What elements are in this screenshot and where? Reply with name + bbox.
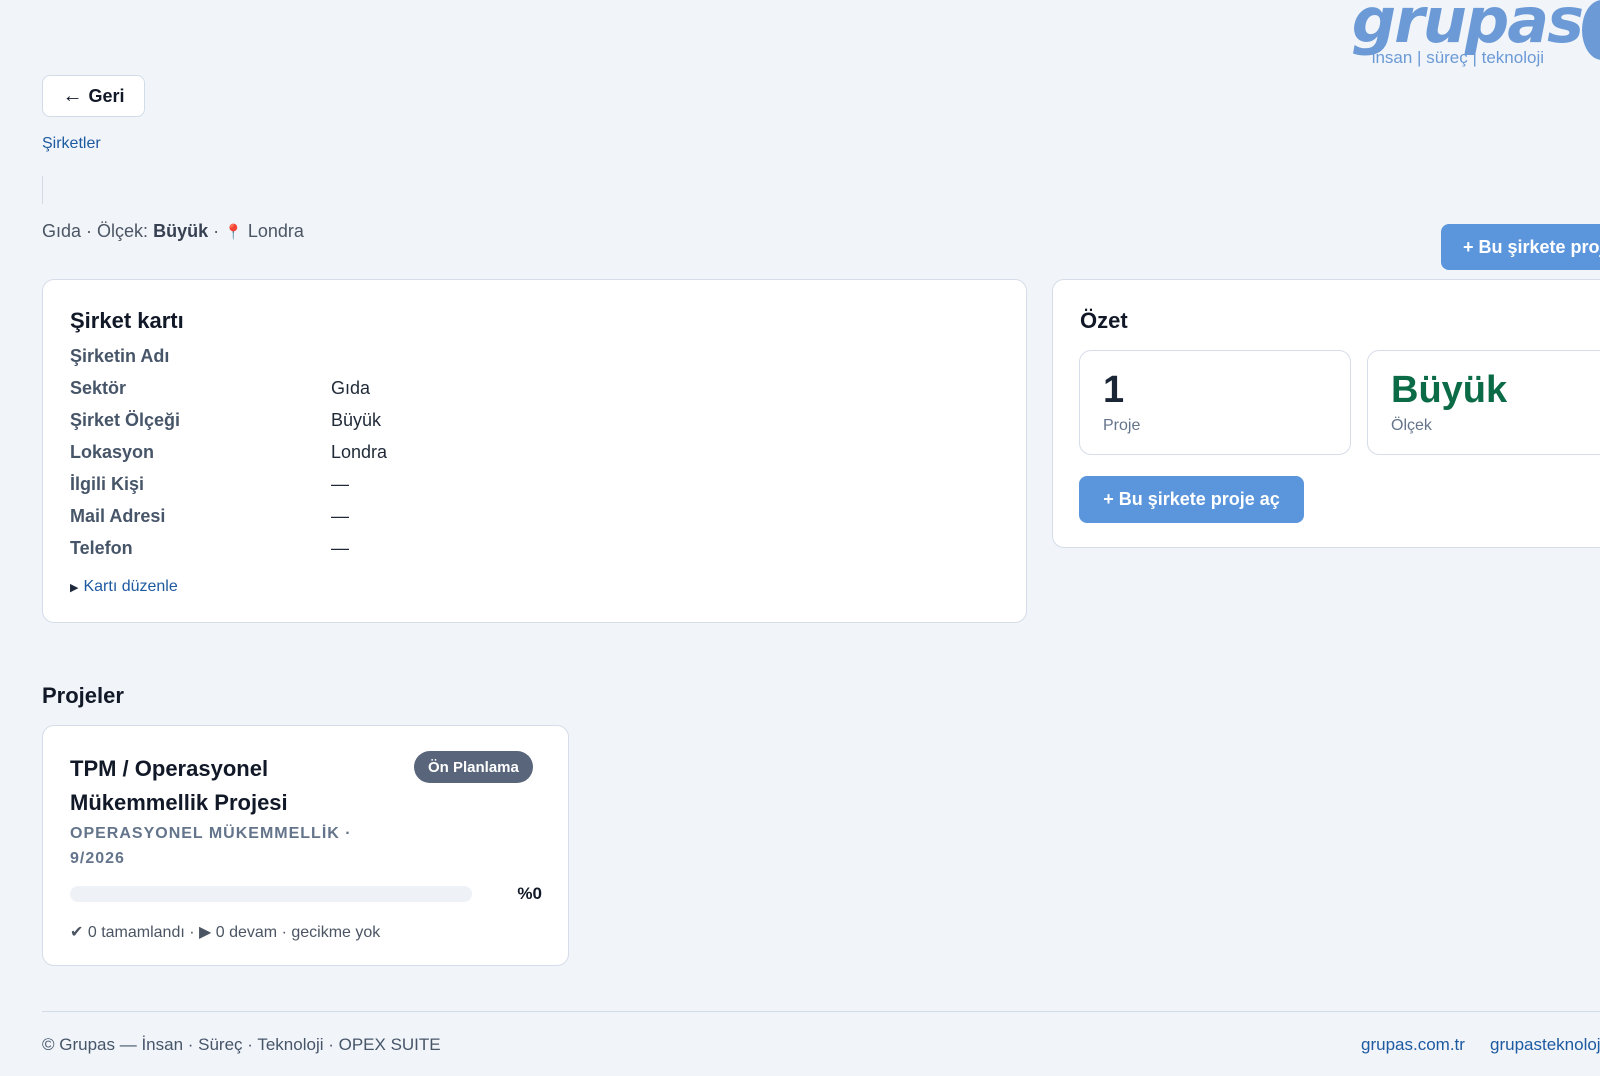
field-email: Mail Adresi — xyxy=(70,506,770,532)
edit-card-label: Kartı düzenle xyxy=(83,578,178,595)
caret-right-icon: ▶ xyxy=(70,582,79,594)
field-phone: Telefon — xyxy=(70,538,770,564)
field-value: Londra xyxy=(331,442,388,462)
projects-heading: Projeler xyxy=(42,683,124,708)
field-location: Lokasyon Londra xyxy=(70,442,770,468)
meta-scale: Büyük xyxy=(153,221,209,241)
field-value: Gıda xyxy=(331,378,371,398)
project-card[interactable]: TPM / Operasyonel Mükemmellik Projesi Ön… xyxy=(42,725,569,966)
stat-projects: 1 Proje xyxy=(1079,350,1351,455)
stat-value: 1 xyxy=(1103,369,1125,411)
company-card: Şirket kartı Şirketin Adı Sektör Gıda Şi… xyxy=(42,279,1027,623)
open-project-button-top[interactable]: + Bu şirkete proje aç xyxy=(1441,224,1600,270)
progress-bar xyxy=(70,886,472,902)
breadcrumb-companies[interactable]: Şirketler xyxy=(42,135,101,153)
company-meta: Gıda · Ölçek: Büyük · 📍 Londra xyxy=(42,221,304,241)
logo-mark xyxy=(1582,0,1600,60)
field-label: Şirket Ölçeği xyxy=(70,410,181,430)
field-label: Sektör xyxy=(70,378,127,398)
field-label: Şirketin Adı xyxy=(70,346,170,366)
field-label: Mail Adresi xyxy=(70,506,166,526)
field-value: — xyxy=(331,474,349,494)
company-title-placeholder xyxy=(42,176,43,204)
footer-copyright: © Grupas — İnsan · Süreç · Teknoloji · O… xyxy=(42,1035,441,1054)
arrow-left-icon: ← xyxy=(62,84,83,107)
back-button-label: Geri xyxy=(88,85,125,106)
field-label: Lokasyon xyxy=(70,442,155,462)
open-project-button[interactable]: + Bu şirkete proje aç xyxy=(1079,476,1304,523)
field-scale: Şirket Ölçeği Büyük xyxy=(70,410,770,436)
field-value: — xyxy=(331,506,349,526)
stat-value: Büyük xyxy=(1391,369,1508,411)
progress-percent: %0 xyxy=(517,884,542,903)
edit-card-toggle[interactable]: ▶ Kartı düzenle xyxy=(70,578,178,596)
field-contact-person: İlgili Kişi — xyxy=(70,474,770,500)
stat-scale: Büyük Ölçek xyxy=(1367,350,1600,455)
back-button[interactable]: ← Geri xyxy=(42,75,145,117)
project-name: TPM / Operasyonel Mükemmellik Projesi xyxy=(70,756,288,815)
field-company-name: Şirketin Adı xyxy=(70,346,770,372)
logo-tagline: insan | süreç | teknoloji xyxy=(1371,48,1544,67)
grupas-logo[interactable]: grupas insan | süreç | teknoloji xyxy=(1340,0,1600,74)
field-value: Büyük xyxy=(331,410,382,430)
footer-link-grupas[interactable]: grupas.com.tr xyxy=(1361,1035,1465,1055)
meta-location: Londra xyxy=(247,221,304,241)
status-badge: Ön Planlama xyxy=(414,751,533,783)
field-sector: Sektör Gıda xyxy=(70,378,770,404)
field-label: İlgili Kişi xyxy=(70,474,145,494)
location-pin-icon: 📍 xyxy=(224,224,243,241)
company-card-title: Şirket kartı xyxy=(70,308,184,333)
summary-card: Özet 1 Proje Büyük Ölçek + Bu şirkete pr… xyxy=(1052,279,1600,548)
field-value: — xyxy=(331,538,349,558)
project-subtitle: OPERASYONEL MÜKEMMELLİK · 9/2026 xyxy=(70,825,352,867)
logo-word: grupas xyxy=(1351,0,1584,57)
stat-label: Ölçek xyxy=(1391,417,1432,434)
page: grupas insan | süreç | teknoloji ← Geri … xyxy=(0,0,1600,1076)
stat-label: Proje xyxy=(1103,417,1141,434)
footer-link-grupasteknoloji[interactable]: grupasteknoloji xyxy=(1490,1035,1600,1055)
project-stats: ✔ 0 tamamlandı · ▶ 0 devam · gecikme yok xyxy=(70,924,381,941)
meta-sector: Gıda xyxy=(42,221,82,241)
field-label: Telefon xyxy=(70,538,133,558)
meta-scale-prefix: Ölçek: xyxy=(97,221,149,241)
summary-title: Özet xyxy=(1080,308,1128,333)
footer-divider xyxy=(42,1011,1600,1012)
